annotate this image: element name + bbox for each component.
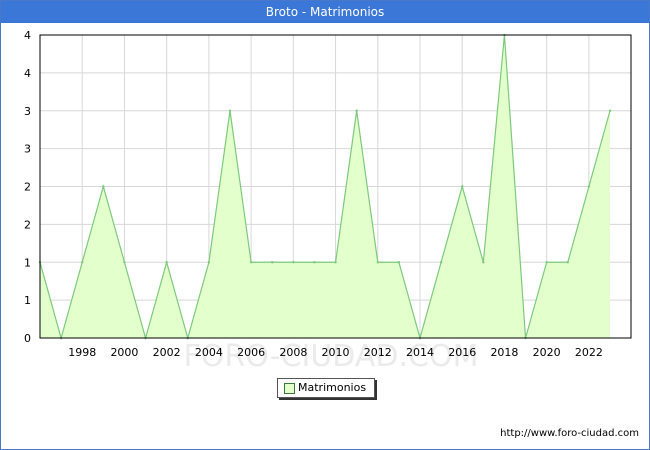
x-tick-label: 1998 <box>68 346 96 359</box>
x-tick-label: 2000 <box>110 346 138 359</box>
y-tick-label: 0 <box>24 332 31 345</box>
chart-frame: Broto - Matrimonios FORO-CIUDAD.COM 0112… <box>0 0 650 450</box>
data-point <box>397 261 401 264</box>
data-point <box>81 261 84 264</box>
data-point <box>271 261 274 264</box>
x-tick-label: 2016 <box>448 346 476 359</box>
data-point <box>102 185 105 188</box>
data-point <box>376 261 379 264</box>
y-tick-label: 2 <box>24 218 31 231</box>
data-point <box>249 261 253 264</box>
data-point <box>228 109 232 112</box>
y-tick-label: 2 <box>24 181 31 194</box>
x-tick-label: 2006 <box>237 346 265 359</box>
source-url: http://www.foro-ciudad.com <box>500 428 639 439</box>
data-point <box>482 261 485 264</box>
legend-swatch <box>284 383 295 394</box>
y-tick-label: 1 <box>24 294 31 307</box>
legend: Matrimonios <box>277 378 375 398</box>
x-tick-label: 2022 <box>575 346 603 359</box>
x-tick-label: 2018 <box>490 346 518 359</box>
x-tick-label: 2008 <box>279 346 307 359</box>
x-tick-label: 2010 <box>322 346 350 359</box>
y-tick-label: 3 <box>24 105 31 118</box>
data-point <box>292 261 295 264</box>
data-point <box>313 261 316 264</box>
data-point <box>165 261 168 264</box>
x-tick-label: 2004 <box>195 346 223 359</box>
data-point <box>608 109 612 112</box>
data-point <box>545 261 548 264</box>
data-point <box>461 185 464 188</box>
legend-label: Matrimonios <box>298 381 367 394</box>
data-point <box>207 261 211 264</box>
x-tick-label: 2002 <box>153 346 181 359</box>
data-point <box>439 261 443 264</box>
y-tick-label: 4 <box>24 29 31 42</box>
data-point <box>587 185 591 188</box>
data-point <box>123 261 126 264</box>
y-tick-label: 3 <box>24 143 31 156</box>
data-point <box>566 261 569 264</box>
x-tick-label: 2012 <box>364 346 392 359</box>
y-tick-label: 4 <box>24 67 31 80</box>
x-tick-label: 2014 <box>406 346 434 359</box>
x-tick-label: 2020 <box>533 346 561 359</box>
data-point <box>334 261 337 264</box>
data-point <box>355 109 358 112</box>
y-tick-label: 1 <box>24 256 31 269</box>
